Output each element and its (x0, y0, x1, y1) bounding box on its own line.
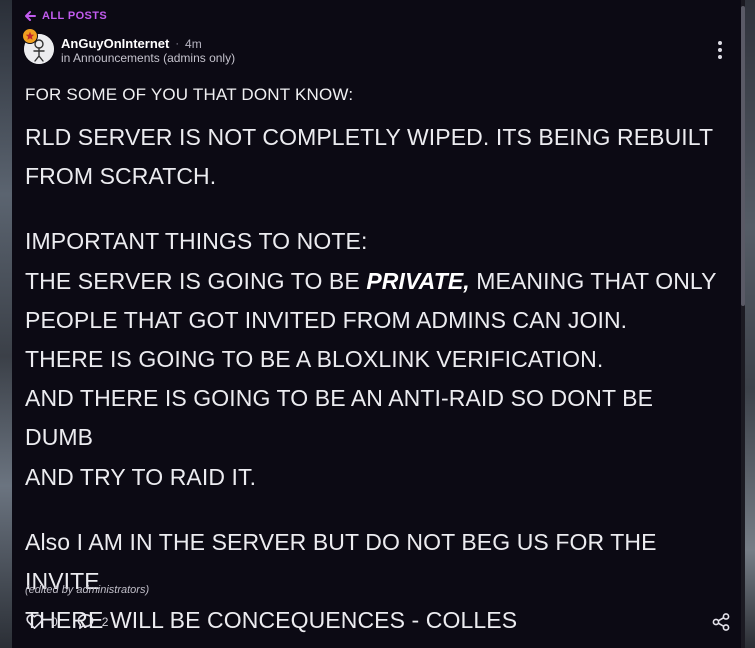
channel-label[interactable]: in Announcements (admins only) (61, 51, 235, 65)
post-time: 4m (185, 36, 202, 51)
post-line: THE SERVER IS GOING TO BE PRIVATE, MEANI… (25, 262, 725, 301)
post-line-text: MEANING THAT ONLY (469, 267, 717, 294)
post-line-text: THE SERVER IS GOING TO BE (25, 267, 367, 294)
share-button[interactable] (711, 612, 731, 632)
more-vertical-icon-dot (718, 48, 722, 52)
author-name[interactable]: AnGuyOnInternet (61, 36, 169, 51)
like-count: 0 (51, 614, 58, 629)
post-body: RLD SERVER IS NOT COMPLETLY WIPED. ITS B… (25, 118, 725, 640)
more-options-button[interactable] (711, 38, 729, 62)
comment-button[interactable]: 2 (76, 612, 109, 631)
post-actions: 0 2 (25, 612, 108, 631)
emphasis-private: PRIVATE, (366, 267, 470, 294)
post-line: AND THERE IS GOING TO BE AN ANTI-RAID SO… (25, 385, 654, 451)
edited-note: (edited by administrators) (25, 584, 150, 596)
post-line: THERE IS GOING TO BE A BLOXLINK VERIFICA… (25, 346, 604, 373)
star-icon (25, 31, 35, 40)
arrow-left-icon (25, 11, 36, 21)
post-line: IMPORTANT THINGS TO NOTE: (25, 228, 368, 255)
scrollbar-thumb[interactable] (741, 6, 745, 306)
background-left (0, 0, 12, 648)
heart-icon (26, 614, 43, 629)
post-intro: FOR SOME OF YOU THAT DONT KNOW: (25, 85, 354, 104)
post-line: RLD SERVER IS NOT COMPLETLY WIPED. ITS B… (25, 124, 714, 150)
comment-count: 2 (101, 614, 109, 629)
all-posts-label: ALL POSTS (42, 10, 108, 22)
more-vertical-icon (718, 41, 722, 45)
all-posts-link[interactable]: ALL POSTS (24, 10, 107, 22)
post-line: PEOPLE THAT GOT INVITED FROM ADMINS CAN … (25, 306, 628, 333)
scrollbar[interactable] (741, 0, 745, 648)
post-card: ALL POSTS AnGuyOnInternet · 4m in Announ… (12, 0, 741, 648)
separator-dot: · (175, 37, 180, 50)
leader-badge (22, 28, 38, 44)
post-line: FROM SCRATCH. (25, 163, 217, 190)
like-button[interactable]: 0 (25, 612, 58, 631)
comment-icon (77, 614, 94, 629)
author-line: AnGuyOnInternet · 4m (61, 36, 202, 51)
post-line: THERE WILL BE CONCEQUENCES - COLLES (25, 607, 518, 634)
more-vertical-icon-dot (718, 55, 722, 59)
post-line: AND TRY TO RAID IT. (25, 463, 257, 490)
share-icon (712, 613, 730, 631)
